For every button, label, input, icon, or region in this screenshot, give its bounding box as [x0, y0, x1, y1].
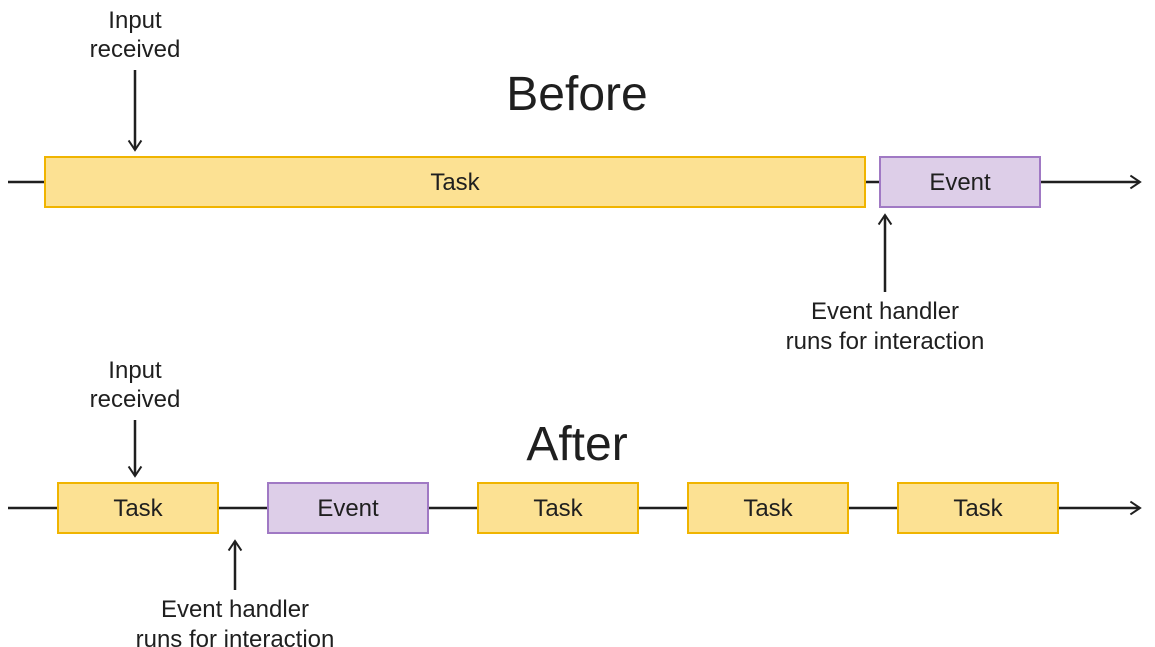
before-task-label: Task [430, 169, 480, 196]
after-task4-label: Task [953, 495, 1003, 522]
after-event-label: Event [317, 495, 379, 522]
after-task3-label: Task [743, 495, 793, 522]
after-section: After Input received Task Event Task Tas… [8, 357, 1140, 647]
after-input-label-line2: received [90, 386, 181, 413]
after-title: After [526, 418, 627, 471]
diagram-root: Before Input received Task Event Event h… [0, 0, 1155, 647]
before-handler-label-line1: Event handler [811, 298, 959, 325]
after-handler-label-line2: runs for interaction [136, 626, 335, 647]
after-task1-label: Task [113, 495, 163, 522]
before-event-label: Event [929, 169, 991, 196]
before-title: Before [506, 68, 647, 121]
before-handler-label-line2: runs for interaction [786, 328, 985, 355]
before-section: Before Input received Task Event Event h… [8, 7, 1140, 355]
before-input-label-line2: received [90, 36, 181, 63]
after-task2-label: Task [533, 495, 583, 522]
after-handler-label-line1: Event handler [161, 596, 309, 623]
before-input-label-line1: Input [108, 7, 162, 34]
after-input-label-line1: Input [108, 357, 162, 384]
